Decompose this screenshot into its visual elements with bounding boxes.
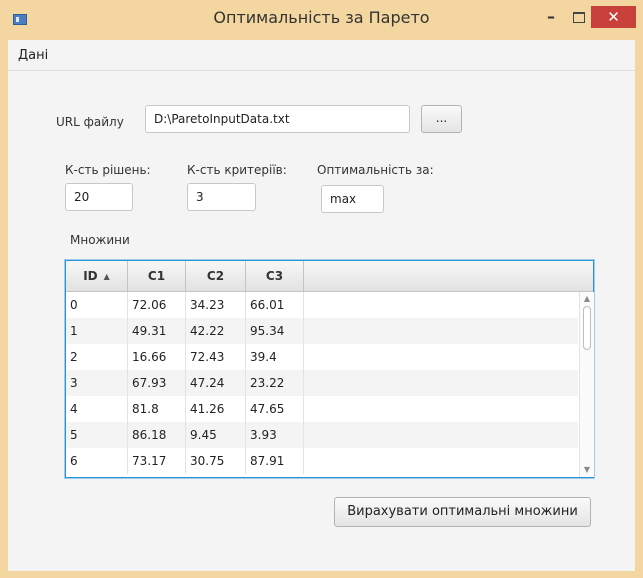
maximize-button[interactable] <box>566 6 592 30</box>
column-header-c1[interactable]: C1 <box>128 261 186 291</box>
menu-data[interactable]: Дані <box>18 48 48 63</box>
cell-c2: 72.43 <box>186 344 246 370</box>
file-url-field[interactable]: D:\ParetoInputData.txt <box>145 105 410 133</box>
cell-c3: 23.22 <box>246 370 304 396</box>
cell-c3: 66.01 <box>246 292 304 318</box>
cell-c2: 9.45 <box>186 422 246 448</box>
solutions-count-label: К-сть рішень: <box>65 163 151 177</box>
table-body: 0 72.06 34.23 66.01 1 49.31 42.22 95.34 … <box>66 292 578 477</box>
browse-button[interactable]: ... <box>421 105 462 133</box>
cell-c1: 86.18 <box>128 422 186 448</box>
cell-c2: 41.26 <box>186 396 246 422</box>
app-window: Оптимальність за Парето – ✕ Дані URL фай… <box>0 0 643 578</box>
cell-c1: 81.8 <box>128 396 186 422</box>
table-row[interactable]: 2 16.66 72.43 39.4 <box>66 344 578 370</box>
cell-c2: 42.22 <box>186 318 246 344</box>
menu-bar: Дані <box>8 40 635 71</box>
cell-c3: 47.65 <box>246 396 304 422</box>
cell-c2: 30.75 <box>186 448 246 474</box>
sort-ascending-icon: ▲ <box>103 271 110 281</box>
file-url-label: URL файлу <box>56 115 124 129</box>
cell-c3: 3.93 <box>246 422 304 448</box>
cell-c2: 47.24 <box>186 370 246 396</box>
cell-c1: 72.06 <box>128 292 186 318</box>
cell-id: 2 <box>66 344 128 370</box>
cell-c3: 87.91 <box>246 448 304 474</box>
scroll-thumb[interactable] <box>583 306 591 350</box>
column-header-id[interactable]: ID ▲ <box>66 261 128 291</box>
optimality-field[interactable]: max <box>321 185 384 213</box>
cell-c1: 73.17 <box>128 448 186 474</box>
cell-id: 6 <box>66 448 128 474</box>
scroll-down-icon[interactable]: ▼ <box>580 464 594 476</box>
sets-label: Множини <box>70 233 130 247</box>
criteria-count-label: К-сть критеріїв: <box>187 163 287 177</box>
table-row[interactable]: 0 72.06 34.23 66.01 <box>66 292 578 318</box>
cell-id: 4 <box>66 396 128 422</box>
scroll-up-icon[interactable]: ▲ <box>580 293 594 305</box>
cell-id: 3 <box>66 370 128 396</box>
column-header-c2[interactable]: C2 <box>186 261 246 291</box>
table-header: ID ▲ C1 C2 C3 <box>66 261 593 292</box>
table-row[interactable]: 6 73.17 30.75 87.91 <box>66 448 578 474</box>
cell-c1: 67.93 <box>128 370 186 396</box>
solutions-count-field[interactable]: 20 <box>65 183 133 211</box>
table-row[interactable]: 3 67.93 47.24 23.22 <box>66 370 578 396</box>
table-row[interactable]: 5 86.18 9.45 3.93 <box>66 422 578 448</box>
table-row[interactable]: 1 49.31 42.22 95.34 <box>66 318 578 344</box>
cell-id: 5 <box>66 422 128 448</box>
cell-c3: 95.34 <box>246 318 304 344</box>
table-scrollbar[interactable]: ▲ ▼ <box>579 292 594 477</box>
cell-id: 0 <box>66 292 128 318</box>
close-button[interactable]: ✕ <box>591 6 636 28</box>
cell-c3: 39.4 <box>246 344 304 370</box>
sets-table[interactable]: ID ▲ C1 C2 C3 0 72.06 34.23 66.01 1 49.31… <box>65 260 594 478</box>
table-row[interactable]: 4 81.8 41.26 47.65 <box>66 396 578 422</box>
cell-c2: 34.23 <box>186 292 246 318</box>
column-header-label: ID <box>83 269 98 283</box>
criteria-count-field[interactable]: 3 <box>187 183 256 211</box>
main-panel: URL файлу D:\ParetoInputData.txt ... К-с… <box>8 71 635 571</box>
title-bar[interactable]: Оптимальність за Парето – ✕ <box>0 0 643 40</box>
cell-c1: 16.66 <box>128 344 186 370</box>
optimality-label: Оптимальність за: <box>317 163 434 177</box>
compute-optimal-sets-button[interactable]: Вирахувати оптимальні множини <box>334 497 591 527</box>
minimize-button[interactable]: – <box>538 6 564 30</box>
column-header-c3[interactable]: C3 <box>246 261 304 291</box>
cell-c1: 49.31 <box>128 318 186 344</box>
maximize-icon <box>573 12 585 23</box>
cell-id: 1 <box>66 318 128 344</box>
